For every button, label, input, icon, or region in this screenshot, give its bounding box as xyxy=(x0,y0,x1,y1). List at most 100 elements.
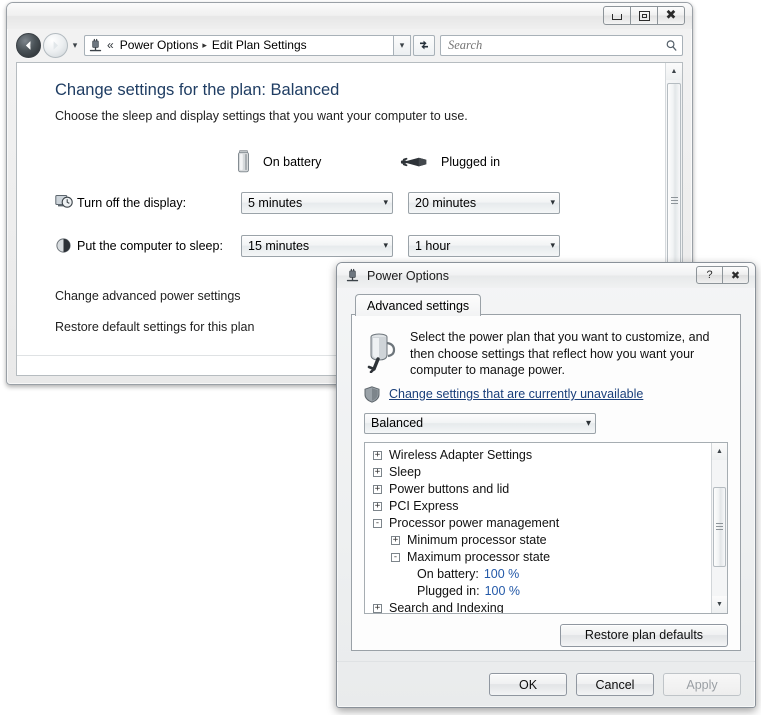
combo-sleep-plugged-in[interactable]: 1 hour ▾ xyxy=(408,234,560,257)
power-plug-icon xyxy=(367,333,396,373)
search-input[interactable] xyxy=(448,37,665,53)
tree-node-value[interactable]: 100 % xyxy=(484,567,519,581)
ok-button[interactable]: OK xyxy=(489,673,567,696)
tree-node-label: Minimum processor state xyxy=(407,533,547,547)
address-bar[interactable]: « Power Options ▸ Edit Plan Settings xyxy=(84,34,394,56)
breadcrumb-power-options[interactable]: Power Options xyxy=(120,38,199,52)
page-title: Change settings for the plan: Balanced xyxy=(55,81,340,99)
minimize-icon xyxy=(612,14,622,20)
chevron-down-icon: ▾ xyxy=(72,39,78,50)
column-label-on-battery: On battery xyxy=(263,155,322,169)
back-button[interactable] xyxy=(16,32,41,58)
column-header-on-battery: On battery xyxy=(235,149,400,175)
tab-body: Select the power plan that you want to c… xyxy=(351,314,741,651)
back-arrow-icon xyxy=(26,40,31,50)
close-icon: ✖ xyxy=(665,8,677,23)
dialog-titlebar[interactable]: Power Options ? ✖ xyxy=(337,263,755,288)
chevron-down-icon: ▾ xyxy=(399,39,405,50)
tree-node[interactable]: + Power buttons and lid xyxy=(365,481,710,498)
combo-sleep-on-battery[interactable]: 15 minutes ▾ xyxy=(241,234,393,257)
combo-value: 1 hour xyxy=(415,238,451,253)
grip-icon xyxy=(716,521,723,532)
close-button[interactable]: ✖ xyxy=(657,6,685,25)
breadcrumb-edit-plan-settings[interactable]: Edit Plan Settings xyxy=(212,38,307,52)
help-button[interactable]: ? xyxy=(696,266,723,284)
breadcrumb-chevrons[interactable]: « xyxy=(107,38,114,52)
forward-arrow-icon xyxy=(53,40,58,50)
tab-label: Advanced settings xyxy=(367,298,470,313)
tree-node-label: Maximum processor state xyxy=(407,550,551,564)
shield-icon xyxy=(364,385,380,403)
dialog-description-block: Select the power plan that you want to c… xyxy=(364,329,728,379)
expand-icon[interactable]: + xyxy=(373,501,382,511)
collapse-icon[interactable]: - xyxy=(391,552,400,562)
button-label: OK xyxy=(518,677,538,692)
combo-display-on-battery[interactable]: 5 minutes ▾ xyxy=(241,191,393,214)
plan-select[interactable]: Balanced ▾ xyxy=(364,412,596,434)
shield-link-row[interactable]: Change settings that are currently unava… xyxy=(364,385,728,403)
collapse-icon[interactable]: - xyxy=(373,518,382,528)
button-label: Apply xyxy=(686,677,718,692)
expand-icon[interactable]: + xyxy=(391,535,400,545)
tree-node[interactable]: On battery: 100 % xyxy=(365,566,710,583)
chevron-down-icon: ▾ xyxy=(585,417,591,429)
dialog-button-bar: OK Cancel Apply xyxy=(337,661,755,707)
tree-node[interactable]: + Search and Indexing xyxy=(365,600,710,613)
expand-icon[interactable]: + xyxy=(373,467,382,477)
tree-node-label: Search and Indexing xyxy=(389,601,504,613)
minimize-button[interactable] xyxy=(603,6,631,25)
setting-row-turn-off-display: Turn off the display: 5 minutes ▾ 20 min… xyxy=(55,189,664,216)
power-settings-tree[interactable]: + Wireless Adapter Settings + Sleep + Power b… xyxy=(364,441,728,614)
expand-icon[interactable]: + xyxy=(373,484,382,494)
tree-node[interactable]: - Maximum processor state xyxy=(365,549,710,566)
plan-select-value: Balanced xyxy=(371,416,424,430)
forward-button[interactable] xyxy=(43,32,68,58)
tree-node[interactable]: + Wireless Adapter Settings xyxy=(365,447,710,464)
chevron-down-icon: ▾ xyxy=(383,197,388,207)
tree-list: + Wireless Adapter Settings + Sleep + Power b… xyxy=(365,443,710,613)
expand-icon[interactable]: + xyxy=(373,450,382,460)
restore-plan-defaults-button[interactable]: Restore plan defaults xyxy=(560,623,728,647)
display-clock-icon xyxy=(55,194,77,211)
button-label: Cancel xyxy=(595,677,635,692)
address-dropdown-button[interactable]: ▾ xyxy=(394,34,411,56)
close-icon: ✖ xyxy=(730,269,741,282)
tab-strip: Advanced settings xyxy=(351,294,741,316)
tree-node-label: Wireless Adapter Settings xyxy=(389,448,533,462)
expand-icon[interactable]: + xyxy=(373,603,382,613)
dialog-close-button[interactable]: ✖ xyxy=(722,266,749,284)
question-mark-icon: ? xyxy=(706,269,713,281)
tree-scroll-down-button[interactable]: ▼ xyxy=(712,595,727,613)
combo-display-plugged-in[interactable]: 20 minutes ▾ xyxy=(408,191,560,214)
setting-label-turn-off-display: Turn off the display: xyxy=(77,195,187,210)
cancel-button[interactable]: Cancel xyxy=(576,673,654,696)
tree-node[interactable]: - Processor power management xyxy=(365,515,710,532)
tree-node[interactable]: + Minimum processor state xyxy=(365,532,710,549)
setting-label-sleep: Put the computer to sleep: xyxy=(77,238,223,253)
scroll-up-button[interactable]: ▲ xyxy=(666,63,682,80)
tree-scrollbar[interactable]: ▲ ▼ xyxy=(711,442,727,613)
triangle-up-icon: ▲ xyxy=(716,447,723,455)
tree-node-value[interactable]: 100 % xyxy=(485,584,520,598)
dialog-window-controls: ? ✖ xyxy=(696,266,749,284)
refresh-button[interactable] xyxy=(413,34,435,56)
triangle-down-icon: ▼ xyxy=(716,600,723,608)
tree-node[interactable]: Plugged in: 100 % xyxy=(365,583,710,600)
search-box[interactable] xyxy=(440,34,683,56)
page-subtitle: Choose the sleep and display settings th… xyxy=(55,109,468,123)
breadcrumb-separator-icon: ▸ xyxy=(202,39,207,50)
tree-node[interactable]: + Sleep xyxy=(365,464,710,481)
tab-advanced-settings[interactable]: Advanced settings xyxy=(355,294,482,316)
history-dropdown-button[interactable]: ▾ xyxy=(69,40,81,51)
tree-scroll-up-button[interactable]: ▲ xyxy=(712,442,727,460)
tree-node[interactable]: + PCI Express xyxy=(365,498,710,515)
explorer-titlebar[interactable]: ✖ xyxy=(7,3,692,29)
column-headers: On battery Plugged in xyxy=(55,149,664,175)
tree-scrollbar-thumb[interactable] xyxy=(713,486,726,567)
link-change-settings-unavailable[interactable]: Change settings that are currently unava… xyxy=(389,387,643,401)
address-bar-row: ▾ « Power Options ▸ Edit Plan Settings ▾ xyxy=(16,32,683,58)
chevron-down-icon: ▾ xyxy=(383,240,388,250)
maximize-button[interactable] xyxy=(630,6,658,25)
chevron-down-icon: ▾ xyxy=(550,197,555,207)
dialog-description-text: Select the power plan that you want to c… xyxy=(410,330,710,377)
